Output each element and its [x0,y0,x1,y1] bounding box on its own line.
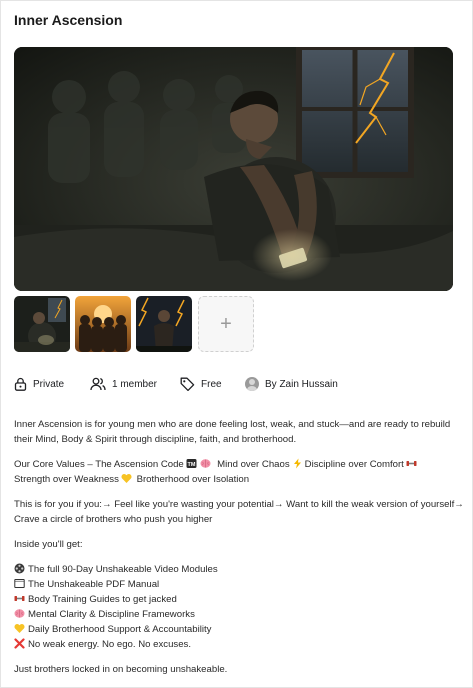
list-item: The Unshakeable PDF Manual [14,577,464,592]
privacy-label: Private [33,378,65,390]
plus-icon: + [220,312,232,335]
dumbbell-icon [14,596,25,601]
price-tag-icon [180,377,195,391]
owner-avatar [245,377,259,391]
for-you-paragraph: This is for you if you:→ Feel like you'r… [14,499,464,525]
add-media-button[interactable]: + [198,296,254,352]
value-4: Brotherhood over Isolation [136,474,250,485]
group-about-card: Inner Ascension + Private 1 member Free … [0,0,473,688]
yellow-heart-icon [14,624,25,633]
list-item: Mental Clarity & Discipline Frameworks [14,607,464,622]
price-info: Free [180,376,222,392]
group-title: Inner Ascension [14,12,123,28]
list-item: No weak energy. No ego. No excuses. [14,637,464,652]
list-item: Daily Brotherhood Support & Accountabili… [14,622,464,637]
brain-icon [200,459,211,468]
value-1: Mind over Chaos [217,459,290,470]
members-info[interactable]: 1 member [90,376,157,392]
thumbnail-3[interactable] [136,296,192,352]
tm-badge-icon: TM [186,459,197,468]
film-reel-icon [14,563,25,574]
owner-info[interactable]: By Zain Hussain [245,376,338,392]
privacy-info: Private [14,376,64,392]
closing-paragraph: Just brothers locked in on becoming unsh… [14,664,228,675]
owner-label: By Zain Hussain [265,378,338,390]
dumbbell-icon [406,461,417,466]
lock-icon [14,377,27,391]
value-3: Strength over Weakness [14,474,119,485]
value-2: Discipline over Comfort [304,459,404,470]
yellow-heart-icon [121,474,132,483]
intro-paragraph: Inner Ascension is for young men who are… [14,419,451,445]
svg-text:TM: TM [188,462,196,468]
thumbnail-1[interactable] [14,296,70,352]
inside-heading: Inside you'll get: [14,539,83,550]
red-x-icon [14,638,25,649]
members-label: 1 member [112,378,158,390]
core-values-prefix: Our Core Values – The Ascension Code [14,459,184,470]
hero-image[interactable] [14,47,453,291]
lightning-icon [293,458,301,469]
price-label: Free [201,378,222,390]
members-icon [90,377,106,391]
group-description: Inner Ascension is for young men who are… [14,417,464,687]
inside-list: The full 90-Day Unshakeable Video Module… [14,562,464,652]
list-item: The full 90-Day Unshakeable Video Module… [14,562,464,577]
brain-icon [14,609,25,618]
core-values-paragraph: Our Core Values – The Ascension Code TM … [14,457,464,487]
list-item: Body Training Guides to get jacked [14,592,464,607]
thumbnail-2[interactable] [75,296,131,352]
book-icon [14,579,25,588]
